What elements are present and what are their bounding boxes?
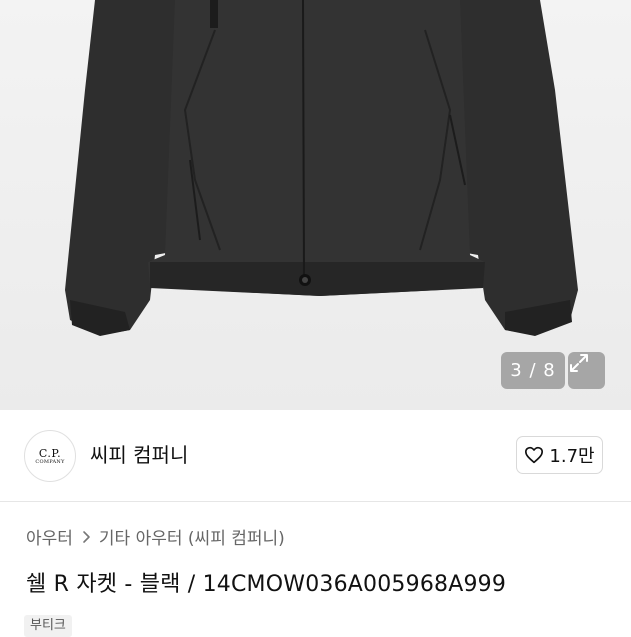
logo-text-main: C.P.	[38, 446, 62, 460]
expand-image-button[interactable]	[568, 352, 605, 389]
expand-arrows-icon	[570, 354, 588, 372]
logo-text-sub: COMPANY	[35, 458, 65, 465]
breadcrumb-level1[interactable]: 아우터	[26, 524, 73, 549]
shop-logo[interactable]: C.P. COMPANY	[24, 430, 76, 482]
breadcrumb-level2[interactable]: 기타 아우터 (씨피 컴퍼니)	[99, 524, 285, 549]
jacket-image	[65, 0, 578, 336]
image-counter: 3 / 8	[501, 352, 565, 389]
shop-name[interactable]: 씨피 컴퍼니	[90, 442, 188, 468]
product-title: 쉘 R 자켓 - 블랙 / 14CMOW036A005968A999	[26, 572, 507, 597]
shop-bar: C.P. COMPANY 씨피 컴퍼니 1.7만	[0, 410, 631, 502]
breadcrumb: 아우터 기타 아우터 (씨피 컴퍼니)	[26, 524, 285, 549]
like-count: 1.7만	[549, 446, 595, 467]
chevron-right-icon	[83, 530, 90, 543]
like-button[interactable]: 1.7만	[516, 436, 603, 474]
product-tag: 부티크	[24, 615, 72, 637]
product-image-gallery[interactable]: 3 / 8	[0, 0, 631, 410]
heart-icon	[525, 446, 544, 464]
